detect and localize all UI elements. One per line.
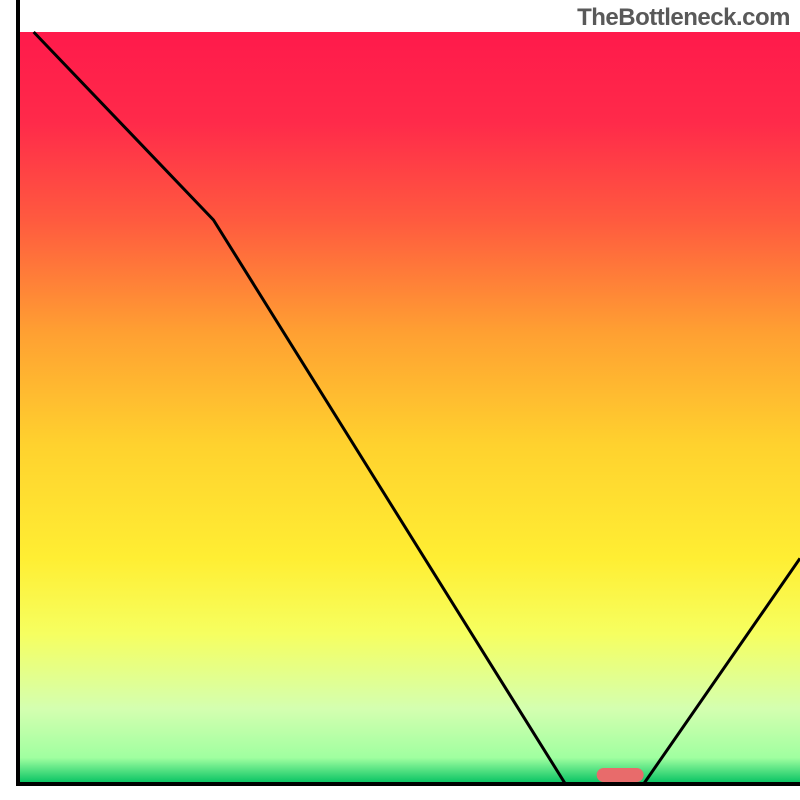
bottleneck-chart (0, 0, 800, 800)
optimal-marker (597, 768, 644, 782)
gradient-background (18, 32, 800, 784)
chart-container: TheBottleneck.com (0, 0, 800, 800)
